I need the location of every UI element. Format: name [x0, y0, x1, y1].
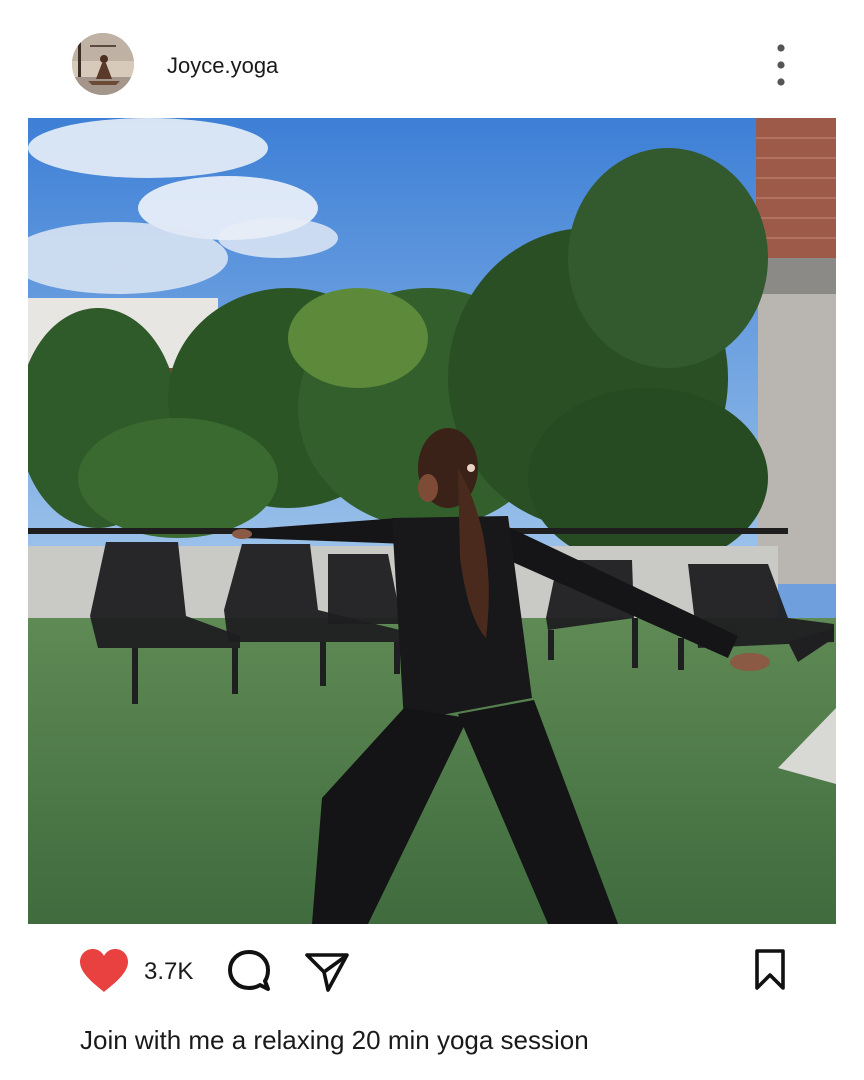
like-button[interactable]	[78, 948, 130, 994]
heart-icon	[80, 949, 128, 992]
post-actions: 3.7K	[0, 930, 864, 1010]
save-button[interactable]	[752, 948, 788, 992]
username[interactable]: Joyce.yoga	[167, 53, 278, 79]
post-caption: Join with me a relaxing 20 min yoga sess…	[80, 1025, 589, 1055]
vertical-ellipsis-icon	[777, 44, 785, 86]
speech-bubble-icon	[228, 950, 270, 991]
avatar[interactable]	[72, 33, 134, 95]
share-button[interactable]	[304, 948, 350, 994]
bookmark-icon	[755, 949, 785, 990]
post-photo	[28, 118, 836, 924]
more-options-button[interactable]	[766, 40, 796, 90]
like-count: 3.7K	[144, 958, 194, 985]
paper-plane-icon	[305, 953, 349, 992]
post-header: Joyce.yoga	[0, 0, 864, 118]
comment-button[interactable]	[226, 948, 272, 994]
